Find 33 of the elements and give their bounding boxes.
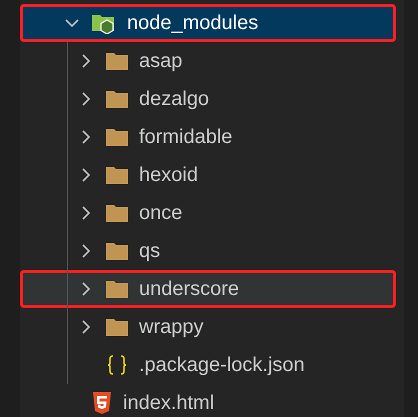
folder-icon [105,127,129,147]
item-label: dezalgo [139,88,210,110]
tree-item[interactable]: node_modules [20,4,396,42]
tree-item[interactable]: index.html [20,384,396,417]
folder-icon [105,51,129,71]
item-label: node_modules [127,12,258,34]
item-label: index.html [123,392,214,414]
item-label: qs [139,240,160,262]
folder-icon [105,165,129,185]
folder-icon [105,241,129,261]
item-label: once [139,202,182,224]
folder-icon [105,279,129,299]
html5-icon [91,391,113,415]
nodejs-folder-icon [91,12,117,34]
tree-item[interactable]: hexoid [20,156,396,194]
item-label: formidable [139,126,232,148]
item-label: hexoid [139,164,198,186]
tree-item[interactable]: qs [20,232,396,270]
tree-item[interactable]: formidable [20,118,396,156]
folder-icon [105,89,129,109]
tree-item[interactable]: asap [20,42,396,80]
tree-item[interactable]: .package-lock.json [20,346,396,384]
braces-icon [105,354,129,376]
tree-item[interactable]: wrappy [20,308,396,346]
item-label: wrappy [139,316,204,338]
tree-item[interactable]: dezalgo [20,80,396,118]
folder-icon [105,317,129,337]
tree-item[interactable]: once [20,194,396,232]
tree-item[interactable]: underscore [20,270,396,308]
item-label: asap [139,50,182,72]
item-label: .package-lock.json [139,354,305,376]
folder-icon [105,203,129,223]
item-label: underscore [139,278,240,300]
